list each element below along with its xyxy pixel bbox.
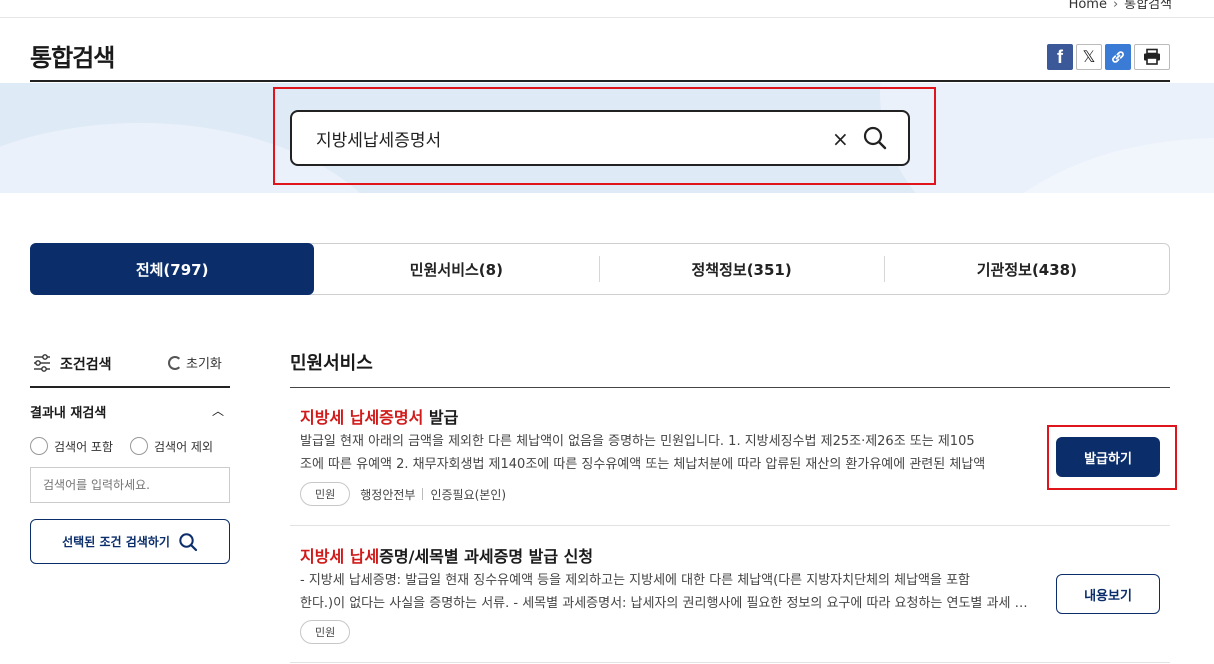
description-line: 조에 따른 유예액 2. 채무자회생법 제140조에 따른 징수유예액 또는 체…: [300, 457, 986, 472]
filter-header: 조건검색 초기화: [30, 350, 230, 388]
sliders-icon: [32, 353, 52, 377]
refresh-icon: [168, 355, 182, 370]
radio-exclude-keyword[interactable]: 검색어 제외: [130, 437, 213, 455]
reset-label: 초기화: [186, 357, 222, 372]
description-line: 발급일 현재 아래의 금액을 제외한 다른 체납액이 없음을 증명하는 민원입니…: [300, 434, 975, 449]
search-box: ×: [290, 110, 910, 166]
research-title: 결과내 재검색: [30, 406, 107, 421]
search-icon: [179, 532, 197, 551]
result-meta: 민원 행정안전부 인증필요(본인): [300, 482, 506, 506]
description-line: 한다.)이 없다는 사실을 증명하는 서류. - 세목별 과세증명서: 납세자의…: [300, 596, 1032, 611]
radio-include-keyword[interactable]: 검색어 포함: [30, 437, 113, 455]
condition-search-label: 선택된 조건 검색하기: [62, 535, 170, 549]
result-item: 지방세 납세증명/세목별 과세증명 발급 신청 - 지방세 납세증명: 발급일 …: [290, 526, 1170, 664]
x-icon[interactable]: 𝕏: [1076, 44, 1102, 70]
chevron-up-icon[interactable]: ︿: [212, 402, 224, 419]
agency-name: 행정안전부: [360, 487, 416, 502]
category-chip: 민원: [300, 482, 351, 506]
top-divider: Home › 통합검색: [0, 0, 1214, 18]
title-highlight: 지방세 납세증명서: [300, 408, 424, 427]
search-icon[interactable]: [862, 125, 888, 155]
result-tabs: 전체(797) 민원서비스(8) 정책정보(351) 기관정보(438): [30, 243, 1170, 295]
result-description: 발급일 현재 아래의 금액을 제외한 다른 체납액이 없음을 증명하는 민원입니…: [300, 430, 1032, 476]
title-rest: 증명/세목별 과세증명 발급 신청: [379, 547, 594, 566]
result-title[interactable]: 지방세 납세증명/세목별 과세증명 발급 신청: [300, 543, 593, 567]
title-rest: 발급: [423, 408, 459, 427]
result-title[interactable]: 지방세 납세증명서 발급: [300, 404, 458, 428]
condition-search-button[interactable]: 선택된 조건 검색하기: [30, 519, 230, 564]
tab-policy-info[interactable]: 정책정보(351): [600, 244, 884, 294]
chevron-right-icon: ›: [1112, 0, 1119, 12]
category-chip: 민원: [300, 620, 351, 644]
section-title: 민원서비스: [290, 353, 373, 374]
tab-agency-info[interactable]: 기관정보(438): [885, 244, 1169, 294]
radio-label: 검색어 포함: [54, 439, 114, 454]
item-divider: [290, 662, 1170, 663]
filter-title: 조건검색: [60, 357, 112, 373]
facebook-icon[interactable]: f: [1047, 44, 1073, 70]
result-description: - 지방세 납세증명: 발급일 현재 징수유예액 등을 제외하고는 지방세에 대…: [300, 569, 1032, 615]
result-item: 지방세 납세증명서 발급 발급일 현재 아래의 금액을 제외한 다른 체납액이 …: [290, 388, 1170, 526]
view-details-button[interactable]: 내용보기: [1056, 574, 1160, 614]
issue-button[interactable]: 발급하기: [1056, 437, 1160, 477]
radio-label: 검색어 제외: [154, 439, 214, 454]
description-line: - 지방세 납세증명: 발급일 현재 징수유예액 등을 제외하고는 지방세에 대…: [300, 573, 970, 588]
tab-civil-service[interactable]: 민원서비스(8): [314, 244, 598, 294]
radio-circle[interactable]: [130, 437, 148, 455]
result-meta: 민원: [300, 620, 360, 644]
title-divider: [30, 80, 1170, 82]
tab-all[interactable]: 전체(797): [30, 243, 315, 295]
link-icon[interactable]: [1105, 44, 1131, 70]
print-icon[interactable]: [1134, 44, 1170, 70]
clear-search-button[interactable]: ×: [832, 127, 849, 151]
search-input[interactable]: [316, 126, 796, 150]
breadcrumb-home[interactable]: Home: [1069, 0, 1107, 12]
breadcrumb: Home › 통합검색: [1069, 0, 1172, 12]
breadcrumb-current: 통합검색: [1124, 0, 1172, 12]
radio-circle[interactable]: [30, 437, 48, 455]
share-toolbar: f 𝕏: [1047, 44, 1170, 70]
meta-divider: [422, 488, 424, 500]
auth-requirement: 인증필요(본인): [430, 487, 507, 502]
reset-button[interactable]: 초기화: [168, 353, 222, 372]
research-input[interactable]: [30, 467, 230, 503]
page-title: 통합검색: [30, 44, 115, 72]
title-highlight: 지방세 납세: [300, 547, 380, 566]
